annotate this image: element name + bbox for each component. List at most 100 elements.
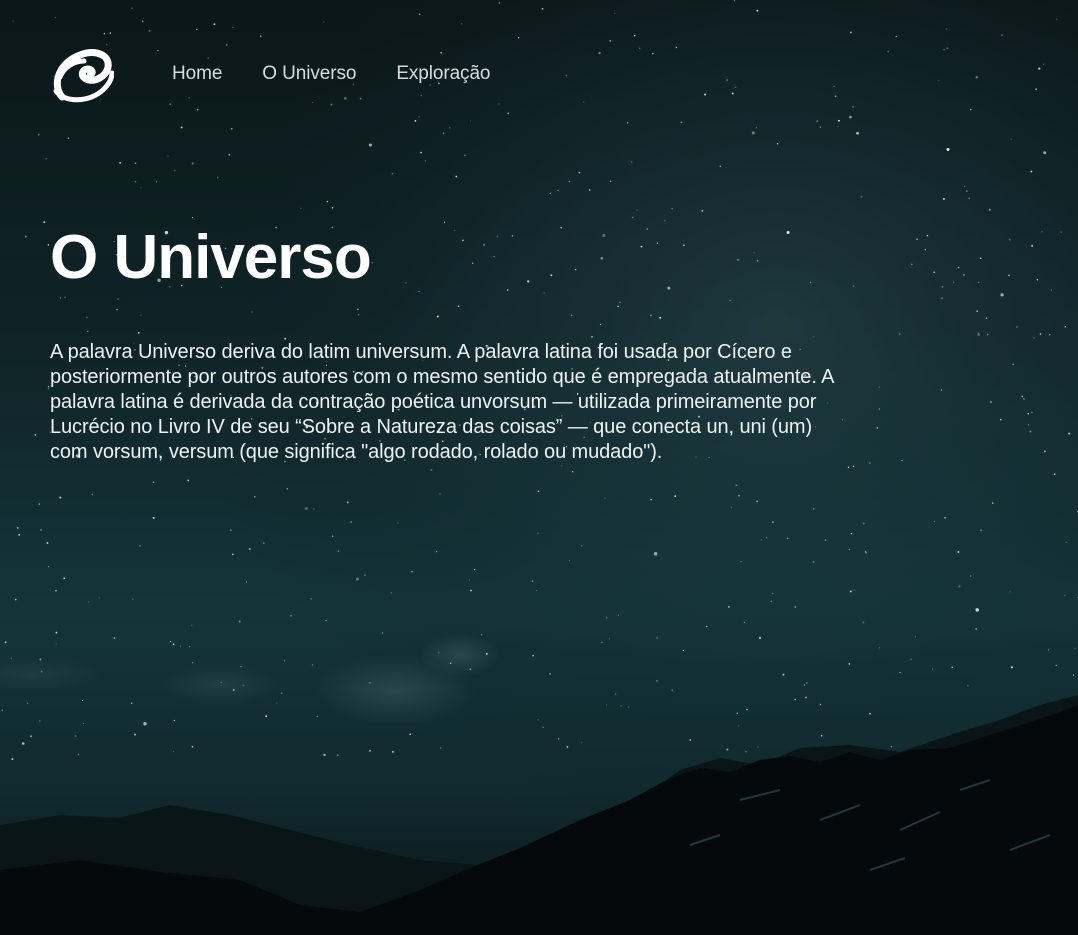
star xyxy=(852,285,855,287)
star xyxy=(231,128,233,130)
star xyxy=(55,631,58,634)
star xyxy=(498,2,501,4)
star xyxy=(772,592,774,595)
star xyxy=(179,645,182,647)
star xyxy=(738,495,740,497)
star xyxy=(103,33,106,35)
star xyxy=(978,281,980,283)
star xyxy=(37,133,40,136)
star xyxy=(735,484,738,487)
star xyxy=(187,479,190,482)
nav-link-exploracao[interactable]: Exploração xyxy=(396,63,490,85)
nav-link-o-universo[interactable]: O Universo xyxy=(262,63,356,85)
star xyxy=(54,16,57,19)
star xyxy=(938,79,940,81)
star xyxy=(1030,170,1033,173)
star xyxy=(469,120,472,122)
star xyxy=(192,662,194,664)
star xyxy=(55,589,57,592)
star xyxy=(43,221,46,224)
star xyxy=(139,544,141,547)
star xyxy=(262,542,265,544)
star xyxy=(1035,88,1037,90)
star xyxy=(943,48,945,51)
star xyxy=(152,481,155,484)
star xyxy=(617,614,620,616)
star xyxy=(565,74,568,77)
star xyxy=(131,7,133,10)
star xyxy=(756,500,758,503)
star xyxy=(852,465,855,468)
star xyxy=(990,401,992,403)
star xyxy=(969,575,972,577)
star xyxy=(1056,18,1058,20)
star xyxy=(81,699,84,702)
star xyxy=(653,552,658,556)
star xyxy=(440,747,442,749)
star xyxy=(1068,432,1071,435)
star xyxy=(1033,337,1035,339)
star xyxy=(970,108,972,111)
star xyxy=(397,522,399,524)
star xyxy=(77,753,80,756)
star xyxy=(260,35,262,37)
star xyxy=(191,162,194,165)
star xyxy=(346,501,349,504)
star xyxy=(1031,411,1033,414)
page-title: O Universo xyxy=(50,223,372,292)
star xyxy=(1065,541,1067,544)
star xyxy=(1016,326,1018,328)
star xyxy=(1036,278,1039,281)
star xyxy=(633,34,636,37)
star xyxy=(356,577,359,581)
star xyxy=(848,548,850,551)
star xyxy=(304,506,308,511)
star xyxy=(566,746,569,748)
star xyxy=(191,624,193,626)
star xyxy=(1053,473,1056,475)
star xyxy=(952,281,955,283)
star xyxy=(853,589,855,591)
star xyxy=(975,608,979,612)
star xyxy=(794,606,797,608)
star xyxy=(55,643,57,645)
star xyxy=(558,738,560,740)
star xyxy=(620,705,622,707)
star xyxy=(860,195,863,198)
star xyxy=(140,187,142,189)
nav-link-home[interactable]: Home xyxy=(172,63,222,85)
star xyxy=(869,462,871,464)
star xyxy=(1074,647,1076,649)
star xyxy=(337,550,340,553)
star xyxy=(740,561,742,563)
star xyxy=(757,746,759,748)
star xyxy=(142,20,144,22)
star xyxy=(655,679,658,682)
star xyxy=(805,696,807,699)
star xyxy=(18,534,21,536)
star xyxy=(957,551,960,553)
star xyxy=(1009,591,1011,593)
star xyxy=(862,522,865,525)
star xyxy=(850,532,853,535)
star xyxy=(59,496,62,499)
star xyxy=(776,142,779,145)
star xyxy=(473,568,476,571)
star xyxy=(27,702,29,704)
star xyxy=(134,181,137,183)
star xyxy=(152,516,155,519)
star xyxy=(16,526,19,529)
star xyxy=(869,712,871,715)
star xyxy=(369,681,371,684)
star xyxy=(760,539,762,541)
star xyxy=(1001,34,1003,36)
star xyxy=(730,506,732,508)
star xyxy=(772,521,774,523)
spiral-galaxy-icon[interactable] xyxy=(50,45,114,105)
star xyxy=(887,51,889,53)
star xyxy=(88,601,90,603)
star xyxy=(286,488,289,490)
star xyxy=(549,672,552,675)
star xyxy=(916,238,918,241)
star xyxy=(756,9,759,12)
